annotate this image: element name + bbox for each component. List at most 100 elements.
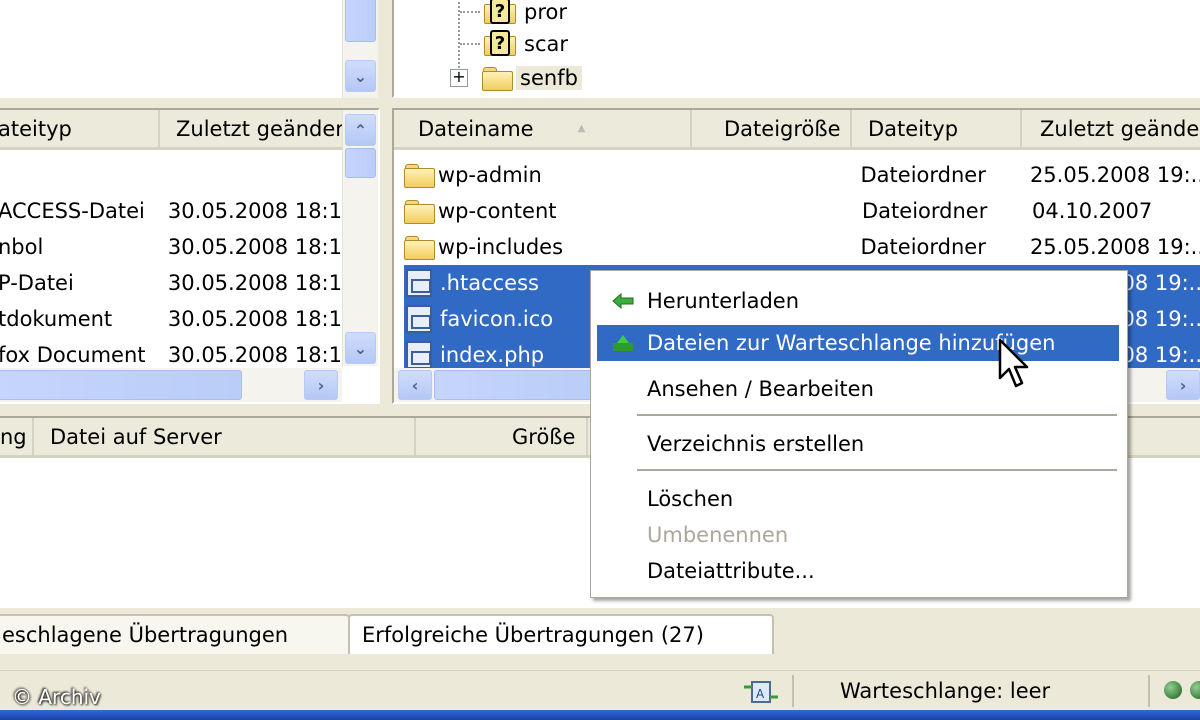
table-row[interactable]: wp-admin Dateiordner 25.05.2008 19:.. bbox=[404, 157, 1200, 193]
modified-cell: 08 19:.. bbox=[1121, 307, 1200, 331]
chevron-right-icon: › bbox=[1179, 375, 1187, 395]
menu-item-add-to-queue[interactable]: Dateien zur Warteschlange hinzufügen bbox=[597, 325, 1119, 361]
modified-cell: 30.05.2008 18:1 bbox=[167, 235, 342, 259]
scroll-thumb[interactable] bbox=[434, 370, 594, 400]
unknown-folder-icon: ? bbox=[484, 30, 516, 58]
column-header-name[interactable]: Dateiname ▲ bbox=[394, 110, 692, 147]
chevron-down-icon: ⌄ bbox=[353, 66, 368, 86]
column-header-direction[interactable]: ng bbox=[0, 418, 34, 455]
file-icon bbox=[406, 341, 432, 369]
column-header-modified[interactable]: Zuletzt geänder bbox=[160, 110, 342, 147]
table-row[interactable]: tdokument 30.05.2008 18:1 bbox=[0, 301, 342, 337]
table-row[interactable]: ACCESS-Datei 30.05.2008 18:1 bbox=[0, 193, 342, 229]
file-type-cell: tdokument bbox=[0, 307, 113, 331]
add-to-queue-icon bbox=[613, 335, 633, 351]
modified-cell: 08 19:.. bbox=[1121, 271, 1200, 295]
local-tree-scrollbar[interactable]: ⌄ bbox=[342, 0, 378, 98]
menu-item-create-directory[interactable]: Verzeichnis erstellen bbox=[597, 426, 1119, 462]
local-list-vscrollbar[interactable]: ⌃ ⌄ bbox=[342, 110, 378, 366]
file-type-cell: nbol bbox=[0, 235, 44, 259]
column-header-type[interactable]: Dateityp bbox=[852, 110, 1022, 147]
table-row[interactable]: nbol 30.05.2008 18:1 bbox=[0, 229, 342, 265]
copyright-label: © Archiv bbox=[12, 685, 101, 709]
menu-item-view-edit[interactable]: Ansehen / Bearbeiten bbox=[597, 371, 1119, 407]
unknown-folder-icon: ? bbox=[484, 0, 516, 26]
scroll-up-button[interactable]: ⌃ bbox=[345, 114, 376, 146]
local-file-list: ateityp Zuletzt geänder ACCESS-Datei 30.… bbox=[0, 108, 380, 404]
tree-item-label: senfb bbox=[516, 66, 582, 90]
expand-icon[interactable]: + bbox=[450, 69, 468, 87]
tree-item-scar[interactable]: ? scar bbox=[460, 26, 568, 62]
column-header-size[interactable]: Dateigröße bbox=[692, 110, 852, 147]
column-header-server-file[interactable]: Datei auf Server bbox=[34, 418, 416, 455]
scroll-thumb[interactable] bbox=[0, 370, 242, 400]
file-type-cell: fox Document bbox=[0, 343, 146, 367]
menu-item-rename: Umbenennen bbox=[647, 523, 789, 547]
chevron-right-icon: › bbox=[317, 375, 325, 395]
file-type-cell: P-Datei bbox=[0, 271, 74, 295]
modified-cell: 08 19:.. bbox=[1121, 343, 1200, 367]
table-row[interactable]: wp-content Dateiordner 04.10.2007 bbox=[404, 193, 1200, 229]
scroll-left-button[interactable]: ‹ bbox=[398, 370, 432, 400]
tree-item-senfb[interactable]: + senfb bbox=[450, 60, 582, 96]
queue-status-icon: A bbox=[744, 677, 778, 707]
status-separator bbox=[1148, 675, 1150, 707]
scroll-down-button[interactable]: ⌄ bbox=[345, 60, 376, 92]
menu-item-delete[interactable]: Löschen bbox=[597, 481, 1119, 517]
scroll-thumb[interactable] bbox=[345, 0, 376, 42]
connection-led-icon bbox=[1164, 681, 1182, 699]
file-icon bbox=[406, 269, 432, 297]
local-list-hscrollbar[interactable]: › bbox=[0, 368, 342, 402]
local-directory-tree: ⌄ bbox=[0, 0, 378, 98]
column-header-type[interactable]: ateityp bbox=[0, 110, 160, 147]
column-header-size[interactable]: Größe bbox=[416, 418, 588, 455]
modified-cell: 25.05.2008 19:.. bbox=[1029, 163, 1200, 187]
file-type-cell: Dateiordner bbox=[860, 163, 986, 187]
status-bar: © Archiv A Warteschlange: leer bbox=[0, 670, 1200, 710]
scroll-down-button[interactable]: ⌄ bbox=[345, 332, 376, 364]
modified-cell: 30.05.2008 18:1 bbox=[167, 271, 342, 295]
file-name-cell: wp-content bbox=[438, 199, 557, 223]
file-name-cell: wp-admin bbox=[437, 163, 542, 187]
folder-icon bbox=[404, 236, 435, 260]
table-row[interactable]: P-Datei 30.05.2008 18:1 bbox=[0, 265, 342, 301]
menu-item-download[interactable]: Herunterladen bbox=[597, 283, 1119, 319]
download-arrow-icon bbox=[612, 292, 634, 310]
queue-status-text: Warteschlange: leer bbox=[840, 679, 1051, 703]
modified-cell: 04.10.2007 bbox=[1032, 199, 1153, 223]
taskbar bbox=[0, 710, 1200, 720]
file-type-cell: Dateiordner bbox=[862, 199, 988, 223]
scroll-thumb[interactable] bbox=[345, 148, 376, 178]
folder-icon bbox=[404, 200, 435, 224]
modified-cell: 30.05.2008 18:1 bbox=[167, 343, 342, 367]
mouse-cursor-icon bbox=[998, 338, 1029, 388]
menu-item-file-attributes[interactable]: Dateiattribute... bbox=[597, 553, 1119, 589]
modified-cell: 30.05.2008 18:1 bbox=[167, 199, 342, 223]
menu-separator bbox=[637, 469, 1117, 471]
remote-directory-tree: ? pror ? scar + senfb bbox=[392, 0, 1200, 98]
file-type-cell: ACCESS-Datei bbox=[0, 199, 145, 223]
scroll-right-button[interactable]: › bbox=[1166, 370, 1200, 400]
file-type-cell: Dateiordner bbox=[860, 235, 986, 259]
table-row[interactable]: wp-includes Dateiordner 25.05.2008 19:.. bbox=[404, 229, 1200, 265]
modified-cell: 30.05.2008 18:1 bbox=[167, 307, 342, 331]
tab-successful-transfers[interactable]: Erfolgreiche Übertragungen (27) bbox=[348, 614, 774, 654]
menu-separator bbox=[637, 414, 1117, 416]
svg-text:A: A bbox=[756, 687, 765, 701]
status-separator bbox=[792, 675, 794, 707]
scroll-right-button[interactable]: › bbox=[304, 370, 338, 400]
tab-failed-transfers[interactable]: eschlagene Übertragungen bbox=[0, 614, 350, 654]
activity-led-icon bbox=[1190, 681, 1200, 699]
column-header-modified[interactable]: Zuletzt geänder bbox=[1022, 110, 1200, 147]
context-menu: Herunterladen Dateien zur Warteschlange … bbox=[590, 270, 1128, 598]
sort-ascending-icon: ▲ bbox=[577, 123, 586, 134]
remote-list-header: Dateiname ▲ Dateigröße Dateityp Zuletzt … bbox=[394, 110, 1200, 150]
tree-item-label: pror bbox=[524, 0, 567, 24]
local-list-header: ateityp Zuletzt geänder bbox=[0, 110, 342, 150]
chevron-down-icon: ⌄ bbox=[353, 338, 368, 358]
folder-icon bbox=[482, 67, 513, 91]
modified-cell: 25.05.2008 19:.. bbox=[1029, 235, 1200, 259]
file-icon bbox=[406, 305, 432, 333]
tree-item-label: scar bbox=[524, 32, 568, 56]
file-name-cell: wp-includes bbox=[437, 235, 564, 259]
